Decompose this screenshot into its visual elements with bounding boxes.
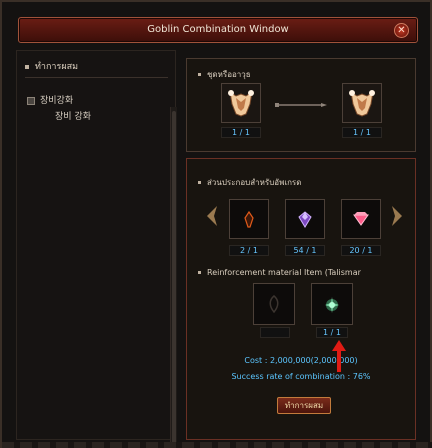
next-arrow-icon[interactable] (390, 205, 404, 227)
tree-item-child-label: 장비 강화 (55, 112, 91, 122)
tree-item-parent-label: 장비강화 (40, 96, 74, 106)
upgrade-section-label: ส่วนประกอบสำหรับอัพเกรด (207, 178, 302, 187)
result-item-count: 1 / 1 (342, 127, 382, 138)
talisman-placeholder-icon (269, 295, 279, 314)
upgrade-section-title: ส่วนประกอบสำหรับอัพเกรด (198, 176, 301, 189)
equipment-section-label: ชุดหรืออาวุธ (207, 70, 251, 79)
purple-gem-icon (298, 211, 312, 228)
material-count-2: 54 / 1 (285, 245, 325, 256)
pink-gem-icon (353, 212, 369, 226)
armor-icon (222, 84, 260, 122)
orange-gem-icon (244, 210, 254, 228)
source-item-slot[interactable] (221, 83, 261, 123)
reinforcement-slot-empty-count (260, 327, 290, 338)
talisman-green-icon (325, 297, 339, 313)
prev-arrow-icon[interactable] (205, 205, 219, 227)
material-slot-1[interactable] (229, 199, 269, 239)
material-count-1: 2 / 1 (229, 245, 269, 256)
bottom-decoration (2, 442, 432, 448)
material-count-3: 20 / 1 (341, 245, 381, 256)
reinforcement-slot-empty[interactable] (253, 283, 295, 325)
tree-item-parent[interactable]: 장비강화 (27, 93, 91, 109)
cost-text: Cost : 2,000,000(2,000,000) (244, 356, 358, 365)
reinforcement-talisman-count: 1 / 1 (316, 327, 348, 338)
close-button[interactable]: ✕ (394, 23, 409, 38)
collapse-icon[interactable] (27, 96, 35, 105)
material-slot-3[interactable] (341, 199, 381, 239)
armor-icon (343, 84, 381, 122)
recipe-list-header: ทำการผสม (25, 59, 168, 78)
tree-item-child[interactable]: 장비 강화 (27, 109, 91, 125)
success-rate-text: Success rate of combination : 76% (231, 372, 371, 381)
recipe-list-title: ทำการผสม (35, 62, 79, 72)
recipe-list-scrollbar[interactable] (170, 107, 177, 448)
bullet-icon (25, 64, 29, 69)
bullet-icon (198, 73, 201, 76)
material-slot-2[interactable] (285, 199, 325, 239)
bullet-icon (198, 271, 201, 274)
combine-button[interactable]: ทำการผสม (277, 397, 331, 414)
reinforcement-slot-talisman[interactable] (311, 283, 353, 325)
reinforcement-section-label: Reinforcement material Item (Talismar (207, 268, 361, 277)
equipment-section-title: ชุดหรืออาวุธ (198, 68, 251, 81)
recipe-list-panel: ทำการผสม 장비강화 장비 강화 (16, 50, 177, 448)
goblin-combination-window: Goblin Combination Window ✕ ทำการผสม 장비강… (0, 0, 432, 448)
window-title: Goblin Combination Window (147, 24, 289, 35)
red-pointer-arrow-icon (332, 340, 346, 372)
recipe-tree: 장비강화 장비 강화 (27, 93, 91, 125)
result-item-slot[interactable] (342, 83, 382, 123)
scrollbar-thumb[interactable] (172, 111, 176, 448)
title-bar: Goblin Combination Window ✕ (18, 17, 418, 43)
source-item-count: 1 / 1 (221, 127, 261, 138)
bullet-icon (198, 181, 201, 184)
transform-arrow-icon (275, 103, 327, 107)
reinforcement-section-title: Reinforcement material Item (Talismar (198, 268, 361, 277)
